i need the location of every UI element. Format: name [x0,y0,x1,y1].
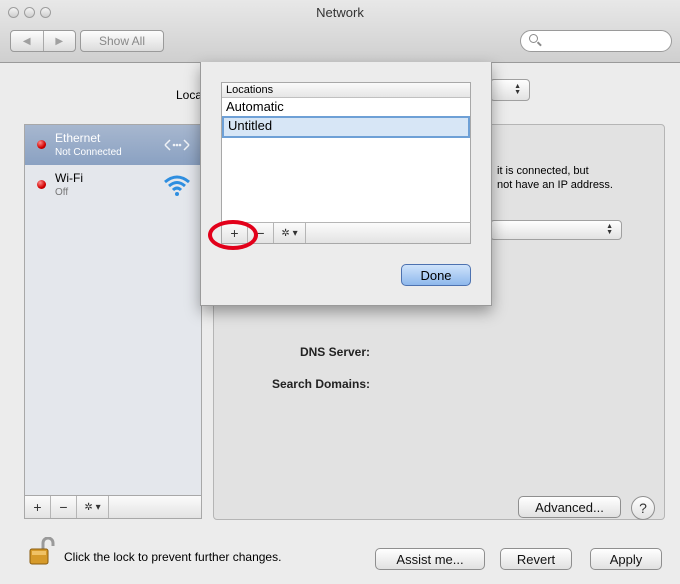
highlight-circle-annotation [208,220,258,250]
back-button[interactable]: ◀ [11,31,43,51]
service-item-wifi[interactable]: Wi-Fi Off [25,165,201,205]
service-name: Ethernet [55,131,101,145]
search-domains-label: Search Domains: [271,377,370,391]
wifi-icon [163,173,191,196]
location-action-gear-icon[interactable]: ✲ ▾ [274,223,306,243]
popup-arrows-icon: ▲ ▼ [606,223,613,236]
lock-instruction-text: Click the lock to prevent further change… [64,550,282,564]
configure-popup[interactable]: ▲ ▼ [490,220,622,240]
popup-arrows-icon: ▲ ▼ [514,83,521,96]
status-red-dot-icon [37,140,46,149]
show-all-button[interactable]: Show All [80,30,164,52]
service-list: Ethernet Not Connected Wi-Fi Off [24,124,202,496]
service-status: Off [55,187,69,198]
service-name: Wi-Fi [55,171,83,185]
remove-service-button[interactable]: − [51,496,77,518]
advanced-button[interactable]: Advanced... [518,496,621,518]
service-action-gear-icon[interactable]: ✲ ▾ [77,496,109,518]
window-title: Network [316,5,364,20]
add-service-button[interactable]: + [25,496,51,518]
locations-toolbar: + − ✲ ▾ [221,222,471,244]
location-row-automatic[interactable]: Automatic [222,98,470,116]
status-line-2: not have an IP address. [497,179,613,191]
done-button[interactable]: Done [401,264,471,286]
locations-column-header: Locations [222,83,470,98]
title-bar: Network ◀ ▶ Show All [0,0,680,63]
location-popup[interactable]: ▲ ▼ [490,79,530,101]
unlocked-padlock-icon[interactable] [28,536,56,567]
apply-button[interactable]: Apply [590,548,662,570]
help-button[interactable]: ? [631,496,655,520]
status-red-dot-icon [37,180,46,189]
assist-me-button[interactable]: Assist me... [375,548,485,570]
dns-server-label: DNS Server: [299,345,370,359]
service-item-ethernet[interactable]: Ethernet Not Connected [25,125,201,165]
locations-sheet: Locations Automatic Untitled + − ✲ ▾ Don… [200,62,492,306]
connection-status-text: it is connected, but not have an IP addr… [497,164,613,192]
ethernet-icon [163,135,191,155]
search-icon [529,34,538,43]
forward-button[interactable]: ▶ [42,31,76,51]
locations-table: Locations Automatic Untitled [221,82,471,244]
status-line-1: it is connected, but [497,165,589,177]
service-status: Not Connected [55,147,122,158]
search-input[interactable] [520,30,672,52]
location-row-untitled[interactable]: Untitled [222,116,470,138]
revert-button[interactable]: Revert [500,548,572,570]
service-list-toolbar: + − ✲ ▾ [24,496,202,519]
back-forward-control: ◀ ▶ [10,30,76,52]
network-preferences-window: Network ◀ ▶ Show All Location: ▲▼ Ethern… [0,0,680,584]
